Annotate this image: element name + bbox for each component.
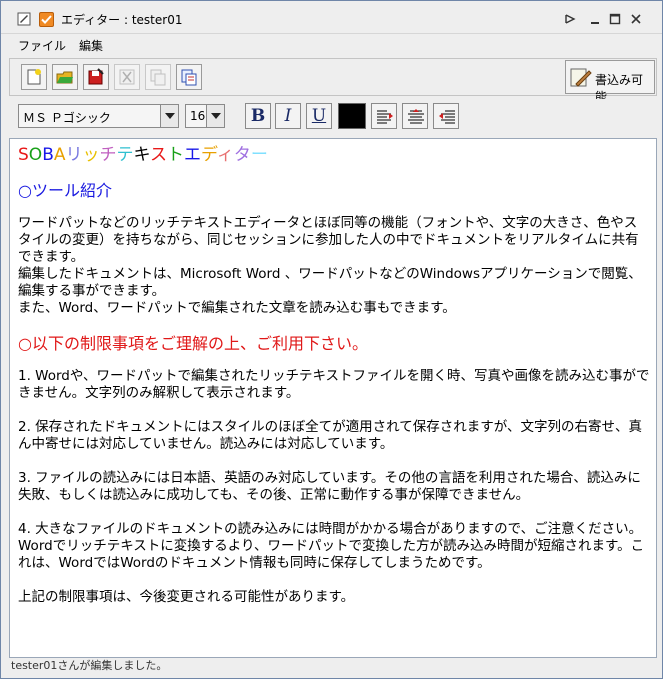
section-title-restrictions: ○以下の制限事項をご理解の上、ご利用下さい。 xyxy=(18,334,368,353)
heading-char: B xyxy=(42,145,54,165)
heading-char: タ xyxy=(233,145,251,165)
heading-char: ス xyxy=(150,145,167,165)
heading-char: S xyxy=(18,145,29,165)
rich-text-editor[interactable]: SOBAリッチテキストエディター ○ツール紹介 ワードパットなどのリッチテキスト… xyxy=(9,138,657,658)
edit-pencil-icon xyxy=(570,68,592,87)
align-center-button[interactable] xyxy=(402,103,428,129)
maximize-icon[interactable] xyxy=(608,12,622,26)
editor-content[interactable]: SOBAリッチテキストエディター ○ツール紹介 ワードパットなどのリッチテキスト… xyxy=(18,145,650,623)
font-family-value: ＭＳ Ｐゴシック xyxy=(23,111,111,125)
restriction-item-1: 1. Wordや、ワードパットで編集されたリッチテキストファイルを開く時、写真や… xyxy=(18,368,650,401)
heading-line: SOBAリッチテキストエディター xyxy=(18,145,650,165)
main-toolbar: 書込み可能 xyxy=(9,58,657,104)
restriction-item-4: 4. 大きなファイルのドキュメントの読み込みには時間がかかる場合がありますので、… xyxy=(18,521,645,571)
cut-icon xyxy=(119,69,135,85)
chevron-down-icon[interactable] xyxy=(206,105,224,127)
menu-file[interactable]: ファイル xyxy=(18,37,66,54)
heading-char: A xyxy=(53,145,66,165)
heading-char: リ xyxy=(65,145,83,165)
soba-logo-text: SOBA xyxy=(18,145,66,165)
heading-char: チ xyxy=(99,145,117,165)
align-right-icon xyxy=(439,110,455,124)
new-document-icon xyxy=(27,69,41,85)
font-family-select[interactable]: ＭＳ Ｐゴシック xyxy=(18,104,179,128)
heading-char: ト xyxy=(167,145,184,165)
heading-char: キ xyxy=(133,145,151,165)
save-icon xyxy=(88,68,104,85)
menu-edit[interactable]: 編集 xyxy=(79,37,103,54)
new-document-button[interactable] xyxy=(21,64,47,90)
text-color-button[interactable] xyxy=(338,103,366,129)
heading-char: ィ xyxy=(216,145,234,165)
cut-button[interactable] xyxy=(114,64,140,90)
pin-icon[interactable] xyxy=(564,12,578,26)
restriction-item-3: 3. ファイルの読込みには日本語、英語のみ対応しています。その他の言語を利用され… xyxy=(18,470,641,503)
close-icon[interactable] xyxy=(629,12,643,26)
chevron-down-icon[interactable] xyxy=(160,105,178,127)
section-title-tools: ○ツール紹介 xyxy=(18,181,112,200)
heading-char: エ xyxy=(184,145,201,165)
heading-char: テ xyxy=(116,145,134,165)
font-size-select[interactable]: 16 xyxy=(185,104,225,128)
tools-description: ワードパットなどのリッチテキストエディータとほぼ同等の機能（フォントや、文字の大… xyxy=(18,215,642,316)
heading-rainbow-text: リッチテキストエディター xyxy=(66,145,268,165)
window-title: エディター : tester01 xyxy=(61,13,183,27)
align-left-icon xyxy=(377,110,393,124)
minimize-icon[interactable] xyxy=(588,12,602,26)
editor-window: エディター : tester01 ファイル 編集 書込み可能 ＭＳ Ｐゴシック … xyxy=(0,0,663,679)
format-toolbar: ＭＳ Ｐゴシック 16 B I U xyxy=(9,99,657,133)
app-icon xyxy=(17,12,31,26)
heading-char: ー xyxy=(250,145,268,165)
open-button[interactable] xyxy=(52,64,78,90)
italic-button[interactable]: I xyxy=(275,103,301,129)
restriction-item-2: 2. 保存されたドキュメントにはスタイルのほぼ全てが適用されて保存されますが、文… xyxy=(18,419,642,452)
underline-button[interactable]: U xyxy=(306,103,332,129)
checkbox-icon[interactable] xyxy=(39,12,54,27)
paste-button[interactable] xyxy=(176,64,202,90)
footer-note: 上記の制限事項は、今後変更される可能性があります。 xyxy=(18,589,355,605)
open-folder-icon xyxy=(56,71,73,84)
align-right-button[interactable] xyxy=(433,103,459,129)
heading-char: ッ xyxy=(82,145,100,165)
bold-button[interactable]: B xyxy=(245,103,271,129)
status-bar: tester01さんが編集しました。 xyxy=(9,658,657,673)
write-enable-button[interactable]: 書込み可能 xyxy=(565,60,655,104)
paste-icon xyxy=(181,69,197,86)
heading-char: デ xyxy=(201,145,217,165)
title-bar: エディター : tester01 xyxy=(1,1,662,34)
heading-char: O xyxy=(28,145,43,165)
copy-icon xyxy=(150,69,166,86)
align-center-icon xyxy=(408,109,424,124)
font-size-value: 16 xyxy=(190,109,206,123)
save-button[interactable] xyxy=(83,64,109,90)
copy-button[interactable] xyxy=(145,64,171,90)
align-left-button[interactable] xyxy=(371,103,397,129)
menu-bar: ファイル 編集 xyxy=(1,34,662,56)
